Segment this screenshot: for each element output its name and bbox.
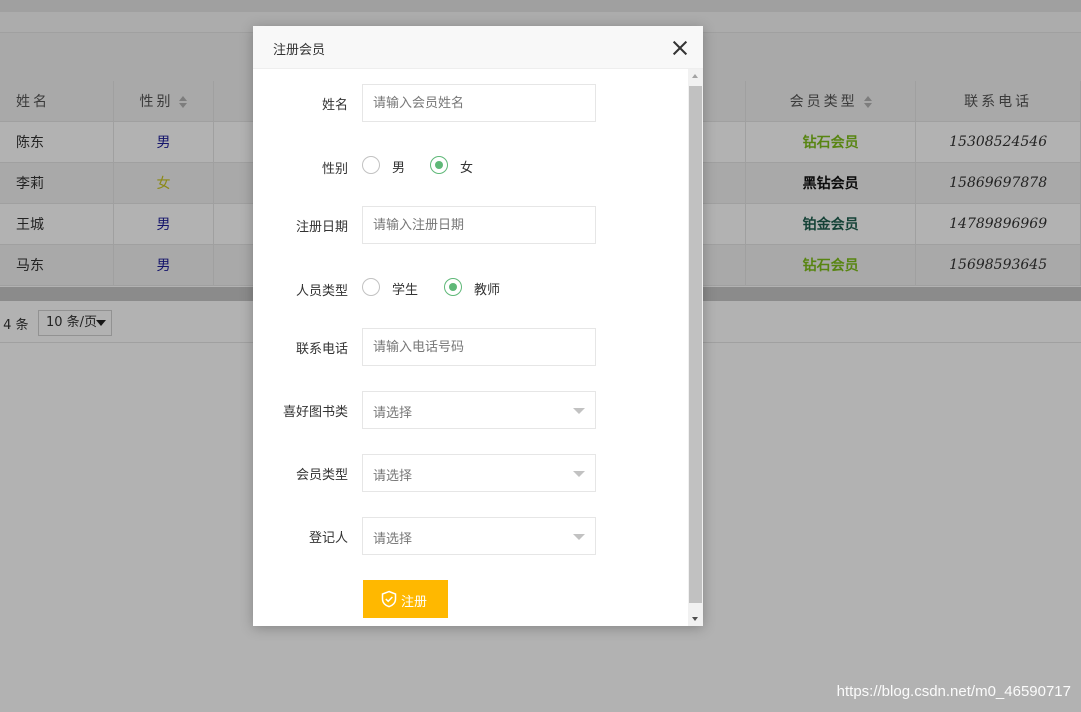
scroll-up-icon[interactable] xyxy=(692,74,698,78)
form-row-member-type: 会员类型 请选择 xyxy=(253,454,693,492)
chevron-down-icon xyxy=(573,534,585,540)
form-row-register-date: 注册日期 xyxy=(253,206,693,244)
gender-label: 性别 xyxy=(321,162,348,177)
watermark: https://blog.csdn.net/m0_46590717 xyxy=(836,683,1071,700)
radio-unchecked-icon xyxy=(362,156,380,174)
select-value: 请选择 xyxy=(373,406,413,421)
form-row-name: 姓名 xyxy=(253,84,693,122)
shield-icon xyxy=(381,590,397,608)
registrar-select[interactable]: 请选择 xyxy=(362,517,596,555)
close-icon[interactable] xyxy=(673,41,687,55)
phone-input[interactable] xyxy=(362,328,596,366)
member-type-label: 会员类型 xyxy=(295,468,348,483)
radio-unchecked-icon xyxy=(362,278,380,296)
form-row-gender: 性别 男 女 xyxy=(253,148,693,186)
select-value: 请选择 xyxy=(373,532,413,547)
favorite-books-select[interactable]: 请选择 xyxy=(362,391,596,429)
form-row-registrar: 登记人 请选择 xyxy=(253,517,693,555)
radio-label: 女 xyxy=(460,161,474,176)
name-input[interactable] xyxy=(362,84,596,122)
dialog-title: 注册会员 xyxy=(273,43,326,58)
radio-checked-icon xyxy=(430,156,448,174)
register-button[interactable]: 注册 xyxy=(363,580,448,618)
chevron-down-icon xyxy=(573,408,585,414)
person-type-label: 人员类型 xyxy=(295,284,348,299)
scrollbar-thumb[interactable] xyxy=(689,86,702,603)
form-row-favorite-books: 喜好图书类 请选择 xyxy=(253,391,693,429)
radio-label: 学生 xyxy=(392,283,419,298)
favorite-books-label: 喜好图书类 xyxy=(282,405,348,420)
member-type-select[interactable]: 请选择 xyxy=(362,454,596,492)
dialog-vertical-scrollbar[interactable] xyxy=(688,69,703,626)
name-label: 姓名 xyxy=(321,98,348,113)
dialog-header: 注册会员 xyxy=(253,26,703,69)
scroll-down-icon[interactable] xyxy=(692,617,698,621)
form-row-phone: 联系电话 xyxy=(253,328,693,366)
register-date-input[interactable] xyxy=(362,206,596,244)
radio-checked-icon xyxy=(444,278,462,296)
register-date-label: 注册日期 xyxy=(295,220,348,235)
radio-label: 教师 xyxy=(474,283,501,298)
phone-label: 联系电话 xyxy=(295,342,348,357)
select-value: 请选择 xyxy=(373,469,413,484)
radio-label: 男 xyxy=(392,161,406,176)
form-row-person-type: 人员类型 学生 教师 xyxy=(253,270,693,308)
register-member-dialog: 注册会员 姓名 性别 男 女 注册日期 xyxy=(253,26,703,626)
registrar-label: 登记人 xyxy=(308,531,348,546)
register-button-label: 注册 xyxy=(401,595,428,610)
chevron-down-icon xyxy=(573,471,585,477)
dialog-body: 姓名 性别 男 女 注册日期 人员类型 xyxy=(253,69,703,626)
